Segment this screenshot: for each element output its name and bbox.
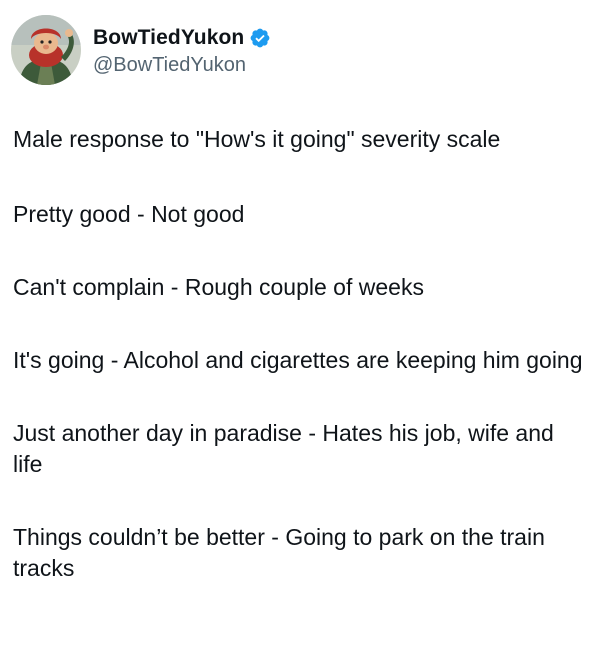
display-name-row: BowTiedYukon — [93, 24, 271, 52]
author-names: BowTiedYukon @BowTiedYukon — [93, 24, 271, 77]
display-name[interactable]: BowTiedYukon — [93, 26, 244, 50]
tweet-line: Things couldn’t be better - Going to par… — [13, 524, 545, 581]
avatar-image — [11, 15, 81, 85]
tweet-header: BowTiedYukon @BowTiedYukon — [11, 12, 271, 88]
verified-badge-icon — [249, 27, 271, 49]
tweet-title: Male response to "How's it going" severi… — [13, 126, 501, 152]
tweet-line: Can't complain - Rough couple of weeks — [13, 274, 424, 300]
tweet-line: Just another day in paradise - Hates his… — [13, 420, 554, 477]
tweet-text: Male response to "How's it going" severi… — [13, 124, 583, 626]
avatar[interactable] — [11, 15, 81, 85]
tweet-line: Pretty good - Not good — [13, 201, 245, 227]
tweet-card: BowTiedYukon @BowTiedYukon Male response… — [0, 0, 600, 658]
handle[interactable]: @BowTiedYukon — [93, 54, 271, 77]
tweet-line: It's going - Alcohol and cigarettes are … — [13, 347, 583, 373]
